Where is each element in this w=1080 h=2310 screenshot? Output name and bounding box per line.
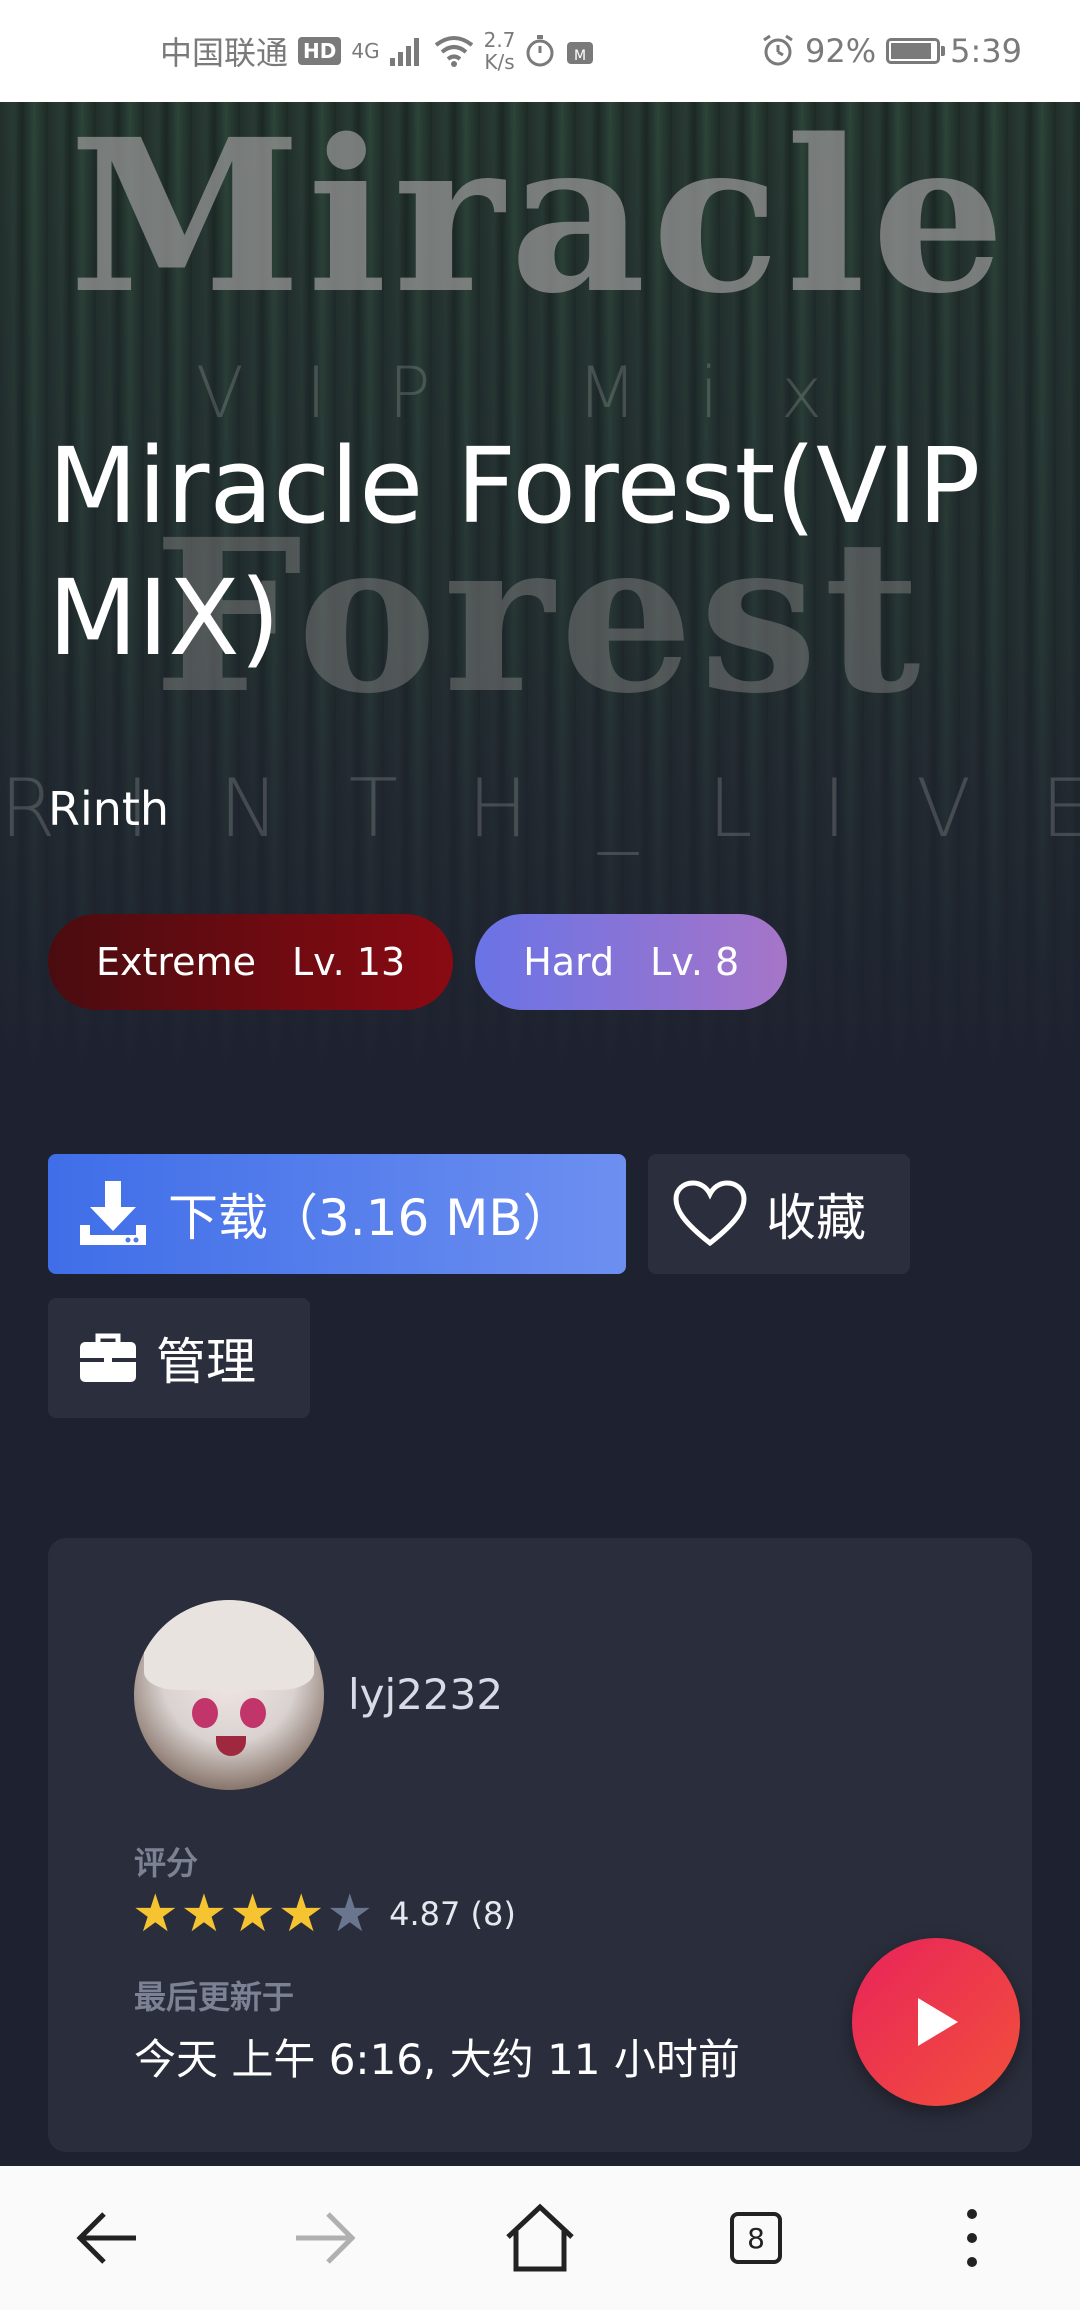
more-vertical-icon [967, 2209, 977, 2267]
star-icon: ★ [180, 1884, 228, 1944]
hd-badge: HD [298, 37, 342, 65]
browser-bottom-bar: 8 [0, 2166, 1080, 2310]
signal-type: 4G [351, 39, 380, 63]
wifi-icon [434, 36, 473, 67]
difficulty-name: Hard [523, 940, 615, 984]
carrier-name: 中国联通 [160, 34, 289, 72]
status-bar: 中国联通 HD 4G 2.7 K/s M 92% 5:39 [0, 0, 1080, 102]
star-icon: ★ [229, 1884, 276, 1944]
home-button[interactable] [480, 2178, 600, 2298]
play-preview-button[interactable] [852, 1938, 1020, 2106]
star-icon: ★ [277, 1884, 325, 1944]
cover-art-title-top: Miracle [68, 93, 1012, 340]
home-icon [506, 2203, 574, 2272]
status-left: 中国联通 HD 4G 2.7 K/s M [160, 0, 595, 102]
svg-text:M: M [574, 48, 586, 64]
play-icon [918, 1998, 958, 2046]
rating-label: 评分 [134, 1844, 199, 1882]
clock-time: 5:39 [950, 32, 1022, 70]
rating-value: 4.87 (8) [389, 1895, 516, 1933]
back-arrow-icon [76, 2212, 136, 2264]
briefcase-icon [80, 1333, 136, 1382]
favorite-label: 收藏 [766, 1189, 866, 1247]
difficulty-name: Extreme [96, 940, 256, 984]
stopwatch-icon [526, 35, 554, 67]
difficulty-extreme[interactable]: Extreme Lv. 13 [48, 914, 454, 1010]
favorite-button[interactable]: 收藏 [648, 1154, 910, 1274]
updated-value: 今天 上午 6:16, 大约 11 小时前 [134, 2035, 740, 2084]
download-label: 下载（3.16 MB） [168, 1189, 573, 1247]
status-right: 92% 5:39 [761, 0, 1022, 102]
back-button[interactable] [48, 2178, 168, 2298]
avatar[interactable] [134, 1600, 324, 1790]
tabs-button[interactable]: 8 [696, 2178, 816, 2298]
difficulty-hard[interactable]: Hard Lv. 8 [475, 914, 788, 1010]
signal-icon [389, 38, 419, 66]
alarm-icon [763, 34, 793, 66]
difficulty-level: Lv. 8 [650, 940, 740, 984]
download-icon [80, 1181, 146, 1245]
updated-label: 最后更新于 [134, 1978, 295, 2016]
forward-arrow-icon [296, 2212, 356, 2264]
manage-button[interactable]: 管理 [48, 1298, 310, 1418]
battery-icon [886, 38, 946, 64]
difficulty-level: Lv. 13 [291, 940, 406, 984]
manage-label: 管理 [156, 1333, 256, 1391]
star-icon: ★ [132, 1884, 179, 1944]
app-notification-icon: M [567, 42, 594, 64]
forward-button[interactable] [264, 2178, 384, 2298]
rating-stars: ★ ★ ★ ★ ★ 4.87 (8) [132, 1888, 516, 1940]
uploader-username[interactable]: lyj2232 [348, 1670, 503, 1719]
song-artist: Rinth [48, 782, 170, 836]
net-speed-value: 2.7 [483, 28, 516, 52]
battery-percent: 92% [805, 32, 877, 70]
net-speed-unit: K/s [484, 50, 515, 74]
song-title: Miracle Forest(VIP MIX) [48, 425, 981, 679]
tab-count: 8 [730, 2212, 782, 2264]
download-button[interactable]: 下载（3.16 MB） [48, 1154, 626, 1274]
heart-icon [673, 1180, 747, 1247]
difficulty-list: Extreme Lv. 13 Hard Lv. 8 [48, 914, 788, 1010]
star-icon: ★ [326, 1884, 374, 1944]
network-speed: 2.7 K/s [484, 29, 516, 73]
more-menu-button[interactable] [912, 2178, 1032, 2298]
